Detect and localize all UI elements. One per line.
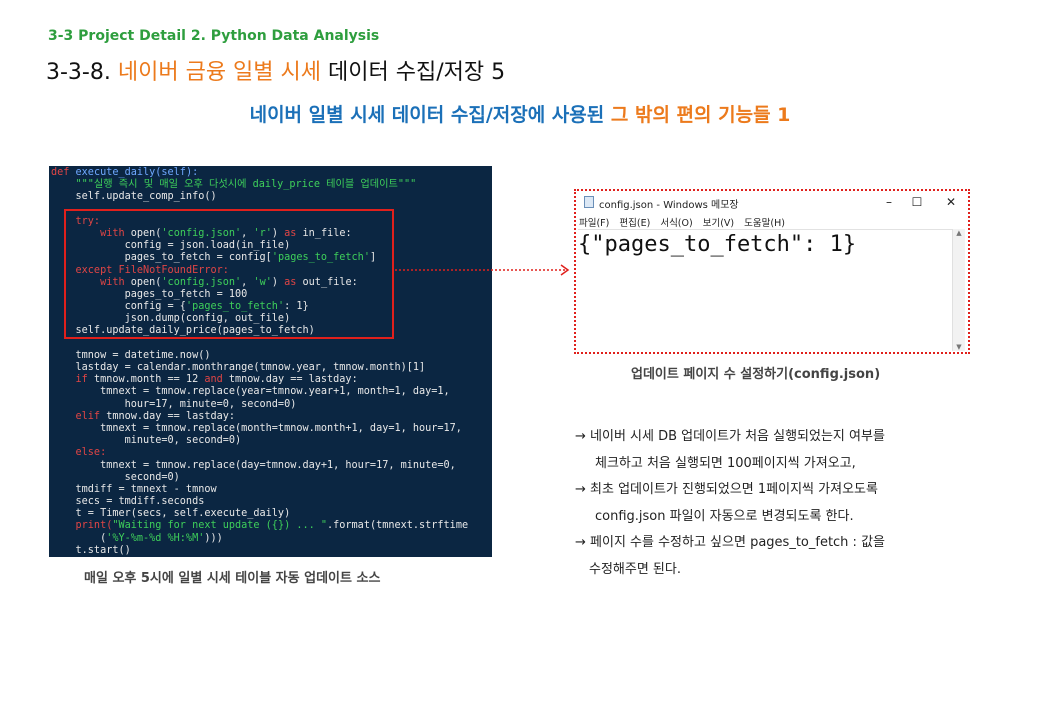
code-line: minute=0, second=0)	[51, 435, 242, 447]
menu-edit[interactable]: 편집(E)	[619, 218, 650, 229]
code-highlight-box	[64, 209, 394, 339]
code-line: secs = tmdiff.seconds	[51, 496, 205, 508]
subtitle-highlight: 그 밖의 편의 기능들 1	[610, 104, 791, 126]
page-title: 3-3-8. 네이버 금융 일별 시세 데이터 수집/저장 5	[46, 54, 505, 86]
notepad-editor[interactable]: {"pages_to_fetch": 1}	[578, 229, 958, 352]
note-line: config.json 파일이 자동으로 변경되도록 한다.	[595, 508, 854, 524]
code-line: lastday = calendar.monthrange(tmnow.year…	[51, 362, 426, 373]
title-highlight: 네이버 금융 일별 시세	[117, 60, 322, 85]
code-line: tmnext = tmnow.replace(year=tmnow.year+1…	[51, 386, 450, 398]
explanation-notes: → 네이버 시세 DB 업데이트가 처음 실행되었는지 여부를 체크하고 처음 …	[575, 424, 885, 583]
code-line: ('%Y-%m-%d %H:%M')))	[51, 532, 223, 544]
section-label: 3-3 Project Detail 2. Python Data Analys…	[48, 28, 380, 44]
close-icon[interactable]: ✕	[940, 193, 962, 211]
note-line: → 최초 업데이트가 진행되었으면 1페이지씩 가져오도록	[575, 482, 878, 497]
notepad-content[interactable]: {"pages_to_fetch": 1}	[578, 232, 856, 257]
notepad-scrollbar[interactable]: ▲ ▼	[952, 229, 965, 351]
title-rest: 데이터 수집/저장 5	[328, 60, 506, 85]
page-subtitle: 네이버 일별 시세 데이터 수집/저장에 사용된 그 밖의 편의 기능들 1	[0, 100, 1040, 127]
code-line: tmdiff = tmnext - tmnow	[51, 483, 217, 495]
notepad-titlebar: config.json - Windows 메모장 – ☐ ✕	[576, 191, 968, 213]
code-line: t.start()	[51, 544, 131, 556]
code-line: tmnow = datetime.now()	[51, 349, 211, 361]
code-line: t = Timer(secs, self.execute_daily)	[51, 508, 291, 520]
title-number: 3-3-8.	[46, 60, 111, 85]
code-line: """실행 즉시 및 매일 오후 다섯시에 daily_price 테이블 업데…	[51, 179, 417, 191]
code-line: if tmnow.month == 12 and tmnow.day == la…	[51, 374, 358, 386]
subtitle-main: 네이버 일별 시세 데이터 수집/저장에 사용된	[249, 104, 605, 126]
notepad-window: config.json - Windows 메모장 – ☐ ✕ 파일(F) 편집…	[574, 189, 970, 354]
notepad-caption: 업데이트 페이지 수 설정하기(config.json)	[631, 367, 881, 382]
menu-help[interactable]: 도움말(H)	[744, 218, 785, 229]
code-caption: 매일 오후 5시에 일별 시세 테이블 자동 업데이트 소스	[84, 571, 381, 586]
connector-arrow	[395, 264, 570, 276]
code-line: tmnext = tmnow.replace(day=tmnow.day+1, …	[51, 459, 456, 471]
code-line: else:	[51, 447, 107, 459]
notepad-menubar: 파일(F) 편집(E) 서식(O) 보기(V) 도움말(H)	[579, 215, 792, 229]
scroll-down-icon[interactable]: ▼	[953, 343, 965, 351]
note-line: → 네이버 시세 DB 업데이트가 처음 실행되었는지 여부를	[575, 429, 885, 444]
code-line: print("Waiting for next update ({}) ... …	[51, 520, 469, 532]
code-line: tmnext = tmnow.replace(month=tmnow.month…	[51, 422, 462, 434]
code-line: hour=17, minute=0, second=0)	[51, 398, 297, 410]
minimize-icon[interactable]: –	[878, 193, 900, 211]
scroll-up-icon[interactable]: ▲	[953, 229, 965, 237]
notepad-title: config.json - Windows 메모장	[599, 200, 739, 211]
code-line: self.update_comp_info()	[51, 191, 217, 203]
menu-format[interactable]: 서식(O)	[660, 218, 692, 229]
code-line: elif tmnow.day == lastday:	[51, 410, 236, 422]
note-line: 수정해주면 된다.	[589, 561, 681, 577]
note-line: → 페이지 수를 수정하고 싶으면 pages_to_fetch : 값을	[575, 535, 885, 550]
code-line: second=0)	[51, 471, 180, 483]
maximize-icon[interactable]: ☐	[906, 193, 928, 211]
note-line: 체크하고 처음 실행되면 100페이지씩 가져오고,	[595, 455, 856, 471]
menu-file[interactable]: 파일(F)	[579, 218, 609, 229]
menu-view[interactable]: 보기(V)	[703, 218, 734, 229]
notepad-icon	[584, 196, 594, 208]
code-line: def execute_daily(self):	[51, 167, 199, 178]
